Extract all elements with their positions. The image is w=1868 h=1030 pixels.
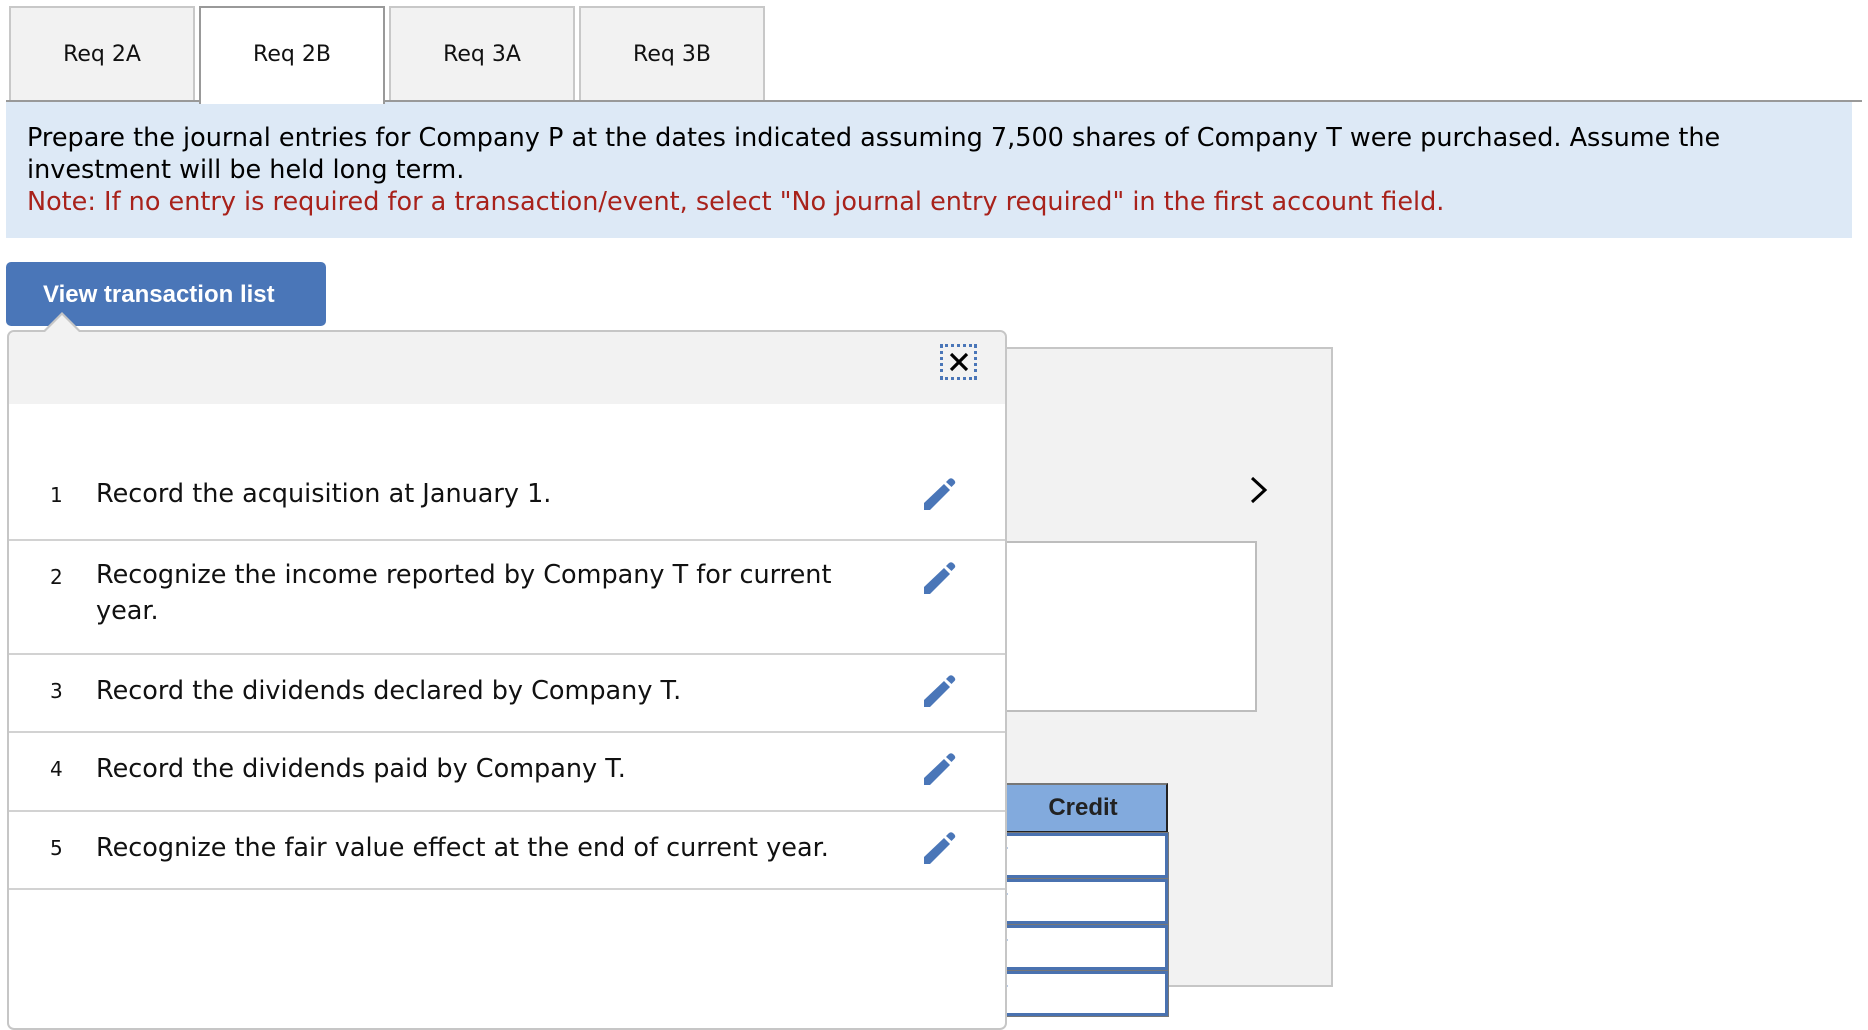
transaction-description: Record the dividends paid by Company T. (96, 754, 626, 784)
close-button[interactable] (940, 344, 977, 380)
tab-req-3a[interactable]: Req 3A (389, 6, 575, 102)
pencil-icon[interactable] (922, 478, 956, 510)
transaction-number: 2 (50, 565, 63, 589)
instructions-text: Prepare the journal entries for Company … (27, 123, 1721, 185)
close-icon (949, 352, 969, 372)
popup-caret-fill (45, 315, 79, 332)
credit-input[interactable] (999, 924, 1169, 971)
transaction-description: Recognize the fair value effect at the e… (96, 833, 829, 863)
pencil-icon[interactable] (922, 753, 956, 785)
popup-header (9, 332, 1005, 404)
pencil-icon[interactable] (922, 832, 956, 864)
tab-req-3b[interactable]: Req 3B (579, 6, 765, 102)
tab-req-2a[interactable]: Req 2A (9, 6, 195, 102)
credit-input[interactable] (999, 878, 1169, 925)
transaction-row: 1 Record the acquisition at January 1. (9, 404, 1005, 541)
tab-req-2b[interactable]: Req 2B (199, 6, 385, 104)
transaction-number: 1 (50, 483, 63, 507)
requirement-tabs: Req 2A Req 2B Req 3A Req 3B (0, 0, 1862, 104)
credit-column-header: Credit (1000, 783, 1168, 833)
transaction-list-popup: 1 Record the acquisition at January 1. 2… (7, 330, 1007, 1030)
transaction-row: 3 Record the dividends declared by Compa… (9, 655, 1005, 733)
chevron-right-icon[interactable] (1248, 475, 1270, 505)
transaction-description: Recognize the income reported by Company… (96, 560, 832, 626)
instructions-panel: Prepare the journal entries for Company … (6, 102, 1852, 238)
transaction-description: Record the dividends declared by Company… (96, 676, 682, 706)
transaction-row: 2 Recognize the income reported by Compa… (9, 541, 1005, 655)
credit-input[interactable] (999, 970, 1169, 1017)
transaction-number: 5 (50, 836, 63, 860)
instructions-note: Note: If no entry is required for a tran… (27, 187, 1445, 217)
transaction-number: 3 (50, 679, 63, 703)
pencil-icon[interactable] (922, 675, 956, 707)
journal-entry-box (1000, 541, 1257, 712)
transaction-number: 4 (50, 757, 63, 781)
transaction-row: 5 Recognize the fair value effect at the… (9, 812, 1005, 890)
pencil-icon[interactable] (922, 562, 956, 594)
transaction-row: 4 Record the dividends paid by Company T… (9, 733, 1005, 812)
credit-input[interactable] (999, 832, 1169, 879)
transaction-description: Record the acquisition at January 1. (96, 479, 552, 509)
